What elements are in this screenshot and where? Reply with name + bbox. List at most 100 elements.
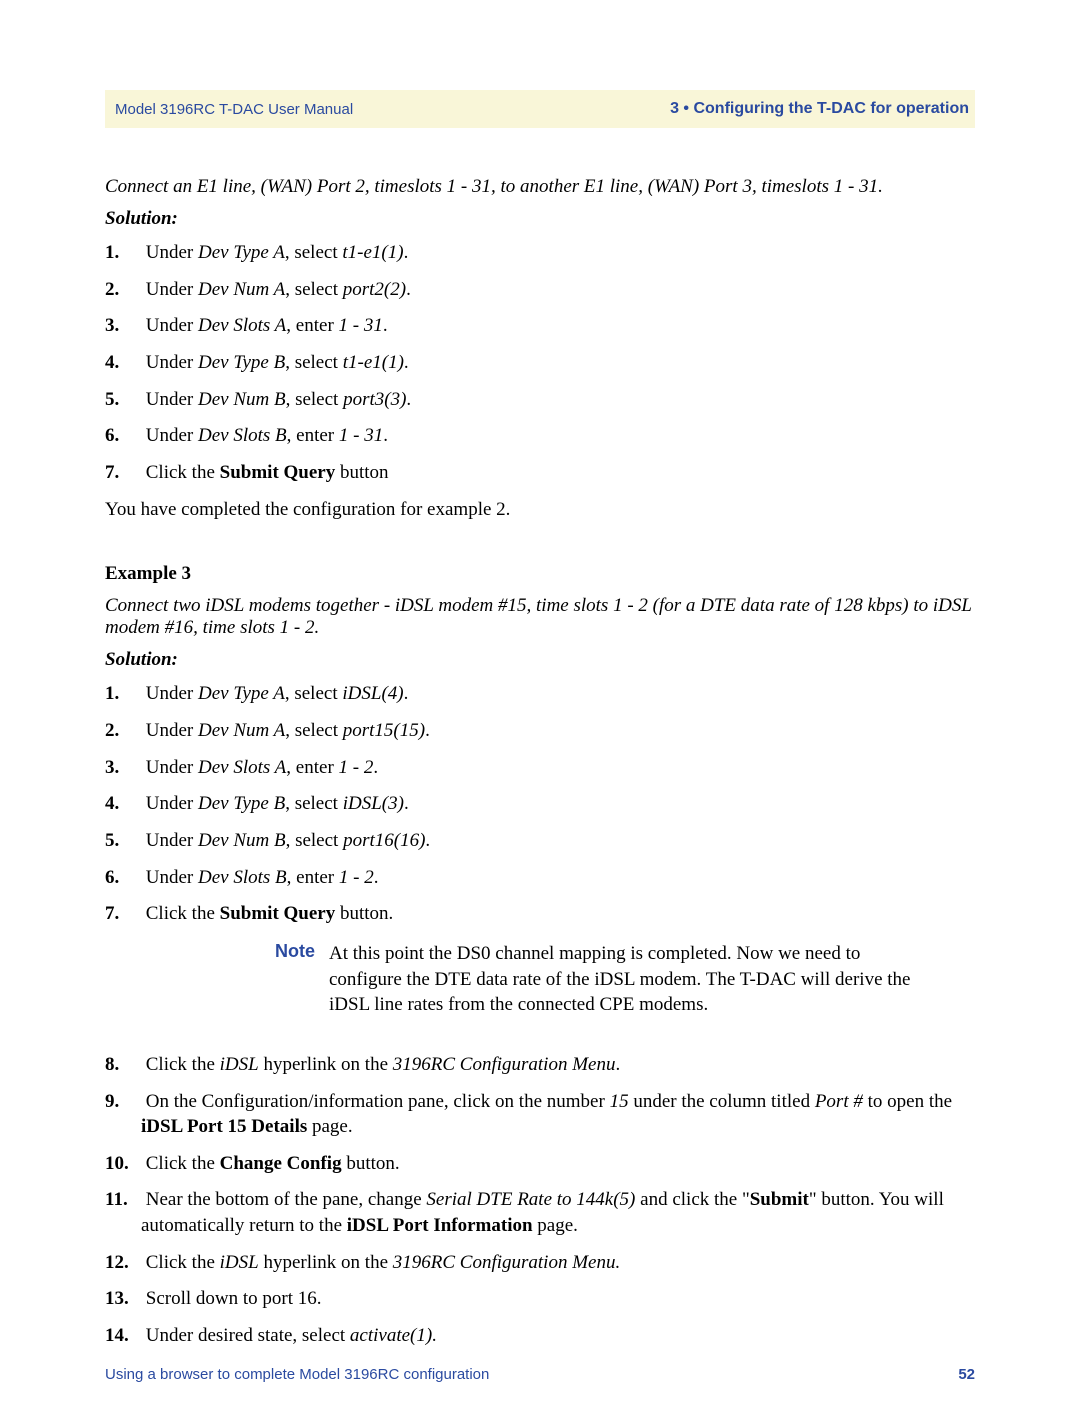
text: . — [615, 1054, 620, 1075]
em: Dev Num B — [198, 830, 286, 851]
text: . — [425, 830, 430, 851]
text: . — [406, 389, 411, 410]
bold: iDSL Port 15 Details — [141, 1116, 307, 1137]
em: Port # — [815, 1091, 863, 1112]
em: port16(16) — [343, 830, 425, 851]
example3-intro: Connect two iDSL modems together - iDSL … — [105, 595, 975, 639]
text: , select — [285, 793, 343, 814]
bold: iDSL Port Information — [347, 1215, 533, 1236]
em: Dev Slots A — [198, 315, 286, 336]
em: iDSL — [220, 1054, 259, 1075]
step: On the Configuration/information pane, c… — [105, 1089, 975, 1140]
footer-left: Using a browser to complete Model 3196RC… — [105, 1366, 489, 1383]
text: Click the — [146, 1252, 220, 1273]
text: Under — [146, 389, 198, 410]
text: , select — [285, 720, 343, 741]
bold: Change Config — [220, 1153, 342, 1174]
text: . — [373, 757, 378, 778]
text: . — [404, 242, 409, 263]
text: , enter — [287, 867, 339, 888]
text: button. — [335, 903, 393, 924]
em: 15 — [610, 1091, 629, 1112]
text: under the column titled — [629, 1091, 815, 1112]
text: Under — [146, 242, 198, 263]
em: Dev Type A — [198, 242, 285, 263]
text: and click the " — [635, 1189, 749, 1210]
document-page: Model 3196RC T-DAC User Manual 3 • Confi… — [0, 0, 1080, 1423]
em: Dev Slots B — [198, 425, 287, 446]
text: . — [383, 425, 388, 446]
text: Under — [146, 830, 198, 851]
text: , enter — [286, 315, 338, 336]
bold: Submit Query — [220, 903, 336, 924]
example2-intro: Connect an E1 line, (WAN) Port 2, timesl… — [105, 176, 975, 198]
text: Under — [146, 425, 198, 446]
header-right: 3 • Configuring the T-DAC for operation — [670, 100, 969, 118]
text: . — [406, 279, 411, 300]
text: to open the — [863, 1091, 952, 1112]
text: , select — [286, 830, 344, 851]
step: Click the Change Config button. — [105, 1151, 975, 1177]
step: Under Dev Num B, select port3(3). — [105, 387, 975, 413]
text: Click the — [146, 1054, 220, 1075]
bold: Submit — [750, 1189, 809, 1210]
example2-solution-label: Solution: — [105, 208, 975, 230]
text: Under — [146, 683, 198, 704]
text: Under — [146, 720, 198, 741]
example3-title: Example 3 — [105, 563, 975, 585]
em: Dev Num B — [198, 389, 286, 410]
text: . — [404, 683, 409, 704]
step: Under Dev Type B, select iDSL(3). — [105, 791, 975, 817]
em: port3(3) — [343, 389, 406, 410]
text: Under — [146, 315, 198, 336]
step: Under desired state, select activate(1). — [105, 1323, 975, 1349]
em: 1 - 31 — [339, 425, 383, 446]
em: activate(1). — [350, 1325, 437, 1346]
em: iDSL(3) — [343, 793, 404, 814]
step: Click the iDSL hyperlink on the 3196RC C… — [105, 1052, 975, 1078]
text: Under — [146, 793, 198, 814]
em: Dev Slots B — [198, 867, 287, 888]
step: Under Dev Type A, select t1-e1(1). — [105, 240, 975, 266]
note-text: At this point the DS0 channel mapping is… — [329, 941, 975, 1018]
text: Click the — [146, 903, 220, 924]
em: iDSL(4) — [342, 683, 403, 704]
step: Under Dev Type A, select iDSL(4). — [105, 681, 975, 707]
example3-solution-label: Solution: — [105, 649, 975, 671]
em: Serial DTE Rate to 144k(5) — [426, 1189, 635, 1210]
text: page. — [533, 1215, 578, 1236]
step: Under Dev Slots A, enter 1 - 31. — [105, 313, 975, 339]
example2-completed: You have completed the configuration for… — [105, 499, 975, 521]
step: Under Dev Slots B, enter 1 - 2. — [105, 865, 975, 891]
text: Under — [146, 867, 198, 888]
note-label: Note — [245, 941, 329, 1018]
em: Dev Num A — [198, 279, 285, 300]
em: port2(2) — [343, 279, 406, 300]
text: , enter — [287, 425, 339, 446]
text: , select — [285, 352, 343, 373]
em: t1-e1(1) — [343, 352, 404, 373]
bold: Submit Query — [220, 462, 336, 483]
example2-steps: Under Dev Type A, select t1-e1(1). Under… — [105, 240, 975, 485]
page-footer: Using a browser to complete Model 3196RC… — [105, 1366, 975, 1383]
text: On the Configuration/information pane, c… — [146, 1091, 610, 1112]
step: Under Dev Num B, select port16(16). — [105, 828, 975, 854]
text: Click the — [146, 1153, 220, 1174]
text: Under — [146, 757, 198, 778]
example3-steps-b: Click the iDSL hyperlink on the 3196RC C… — [105, 1052, 975, 1349]
text: . — [374, 867, 379, 888]
text: . — [404, 793, 409, 814]
text: , select — [285, 242, 343, 263]
step: Click the iDSL hyperlink on the 3196RC C… — [105, 1250, 975, 1276]
step: Under Dev Slots B, enter 1 - 31. — [105, 423, 975, 449]
note: Note At this point the DS0 channel mappi… — [105, 941, 975, 1018]
text: hyperlink on the — [259, 1054, 393, 1075]
em: 1 - 2 — [339, 757, 374, 778]
text: , select — [285, 683, 343, 704]
text: hyperlink on the — [259, 1252, 393, 1273]
step: Under Dev Num A, select port15(15). — [105, 718, 975, 744]
em: Dev Slots A — [198, 757, 286, 778]
text: button — [335, 462, 388, 483]
text: Near the bottom of the pane, change — [146, 1189, 427, 1210]
text: Scroll down to port 16. — [146, 1288, 322, 1309]
